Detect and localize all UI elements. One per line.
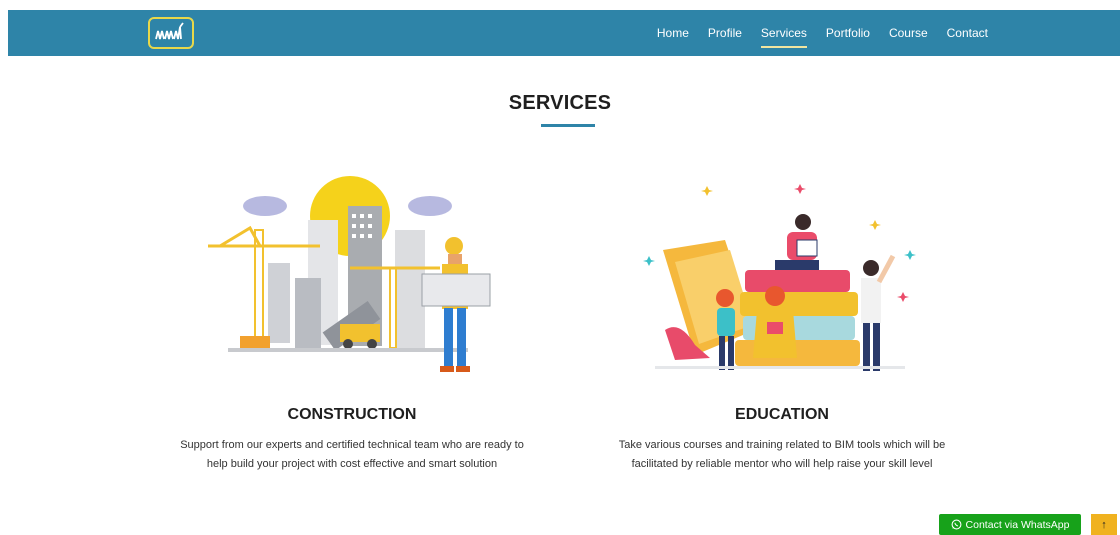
back-to-top-button[interactable]: ↑ (1091, 514, 1117, 535)
site-logo[interactable] (148, 17, 194, 49)
service-desc-construction-line2: help build your project with cost effect… (206, 458, 498, 470)
service-desc-education-line1: Take various courses and training relate… (618, 439, 946, 451)
service-desc-construction: Support from our experts and certified t… (142, 436, 562, 474)
nav-home[interactable]: Home (657, 22, 689, 44)
service-desc-construction-line1: Support from our experts and certified t… (180, 439, 524, 451)
construction-illustration (200, 168, 500, 378)
service-title-education: EDUCATION (735, 406, 829, 423)
service-title-construction: CONSTRUCTION (287, 406, 417, 423)
education-illustration (635, 180, 925, 378)
top-navbar: Home Profile Services Portfolio Course C… (8, 10, 1120, 56)
service-desc-education: Take various courses and training relate… (572, 436, 992, 474)
whatsapp-contact-button[interactable]: Contact via WhatsApp (939, 514, 1081, 535)
nav-services[interactable]: Services (760, 22, 807, 48)
logo-mark-icon (155, 22, 184, 40)
page-title: SERVICES (508, 92, 612, 114)
nav-portfolio[interactable]: Portfolio (826, 22, 870, 44)
whatsapp-icon (951, 519, 961, 530)
title-underline (541, 124, 595, 127)
nav-profile[interactable]: Profile (708, 22, 742, 44)
whatsapp-label: Contact via WhatsApp (965, 518, 1070, 531)
arrow-up-icon: ↑ (1101, 518, 1107, 531)
service-desc-education-line2: facilitated by reliable mentor who will … (631, 458, 933, 470)
nav-contact[interactable]: Contact (947, 22, 988, 44)
main-nav: Home Profile Services Portfolio Course C… (657, 10, 988, 56)
nav-course[interactable]: Course (889, 22, 928, 44)
